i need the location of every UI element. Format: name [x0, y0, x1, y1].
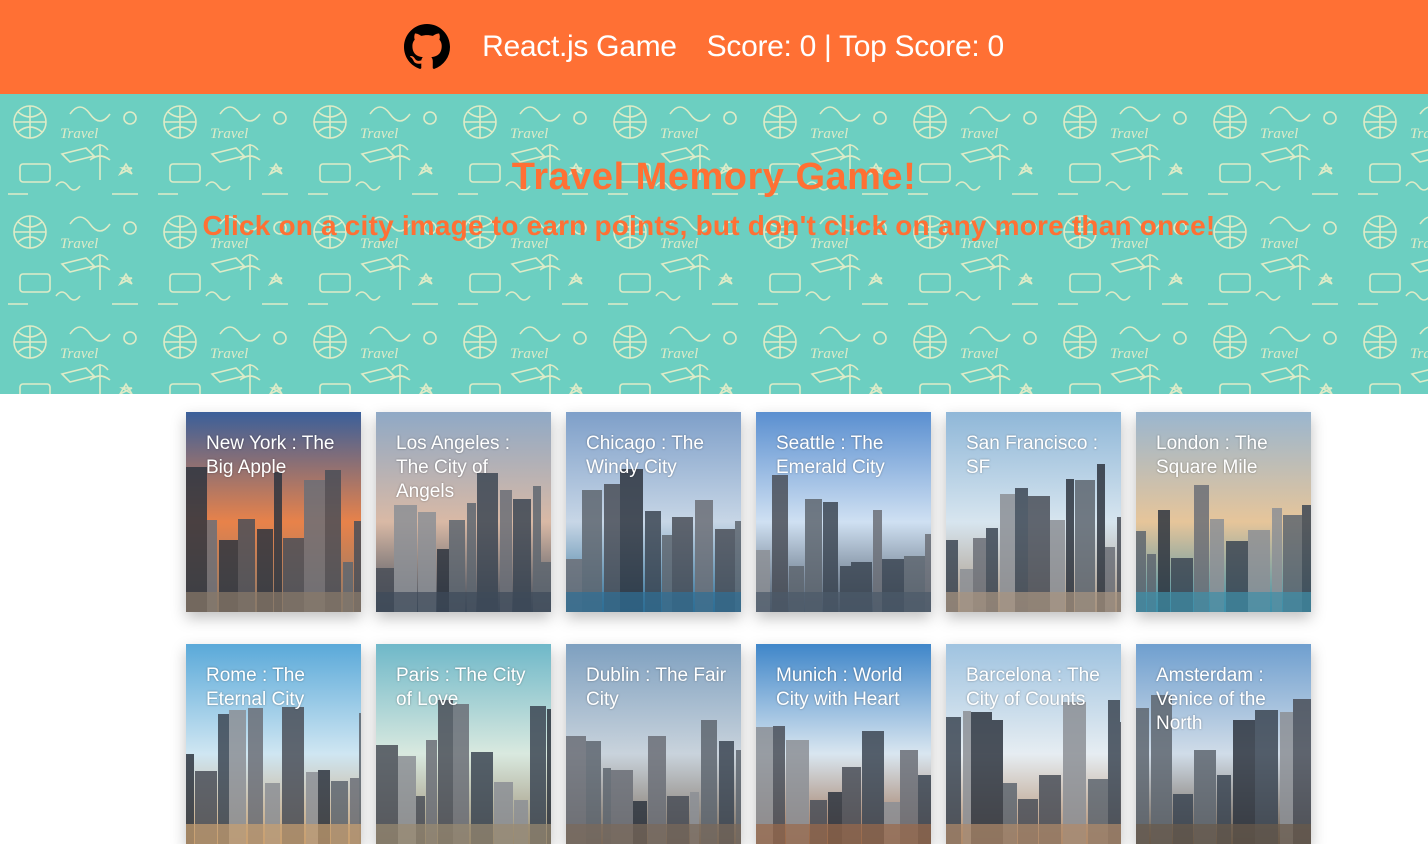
city-card[interactable]: Paris : The City of Love: [376, 644, 551, 844]
city-card[interactable]: London : The Square Mile: [1136, 412, 1311, 612]
city-card-label: Barcelona : The City of Counts: [966, 665, 1100, 710]
city-card-label: Dublin : The Fair City: [586, 665, 727, 710]
city-card[interactable]: Rome : The Eternal City: [186, 644, 361, 844]
city-card-label: San Francisco : SF: [966, 433, 1098, 478]
hero-subtitle: Click on a city image to earn points, bu…: [202, 210, 1216, 241]
city-card-label: Paris : The City of Love: [396, 665, 526, 710]
travel-doodle-pattern: Travel: [0, 94, 1428, 394]
app-title: React.js Game: [482, 30, 677, 63]
city-card[interactable]: Munich : World City with Heart: [756, 644, 931, 844]
navbar-content: React.js Game Score: 0 | Top Score: 0: [404, 24, 1004, 70]
city-card-label: Rome : The Eternal City: [206, 665, 305, 710]
city-card[interactable]: Barcelona : The City of Counts: [946, 644, 1121, 844]
city-card[interactable]: Dublin : The Fair City: [566, 644, 741, 844]
city-card-label: Seattle : The Emerald City: [776, 433, 885, 478]
github-icon[interactable]: [404, 24, 451, 70]
city-card-label: Munich : World City with Heart: [776, 665, 903, 710]
hero-title: Travel Memory Game!: [511, 156, 917, 198]
city-card[interactable]: Chicago : The Windy City: [566, 412, 741, 612]
city-card[interactable]: San Francisco : SF: [946, 412, 1121, 612]
navbar: React.js Game Score: 0 | Top Score: 0: [0, 0, 1428, 94]
score-display: Score: 0 | Top Score: 0: [706, 30, 1004, 63]
city-card[interactable]: Los Angeles : The City of Angels: [376, 412, 551, 612]
hero-banner: Travel Travel Memory Game! Click on a ci…: [0, 94, 1428, 394]
city-card[interactable]: Amsterdam : Venice of the North: [1136, 644, 1311, 844]
city-card[interactable]: Seattle : The Emerald City: [756, 412, 931, 612]
city-card-label: London : The Square Mile: [1156, 433, 1268, 478]
city-card[interactable]: New York : The Big Apple: [186, 412, 361, 612]
city-card-label: New York : The Big Apple: [206, 433, 335, 478]
city-card-label: Los Angeles : The City of Angels: [396, 433, 511, 502]
city-card-label: Amsterdam : Venice of the North: [1156, 665, 1266, 734]
city-card-label: Chicago : The Windy City: [586, 433, 704, 478]
